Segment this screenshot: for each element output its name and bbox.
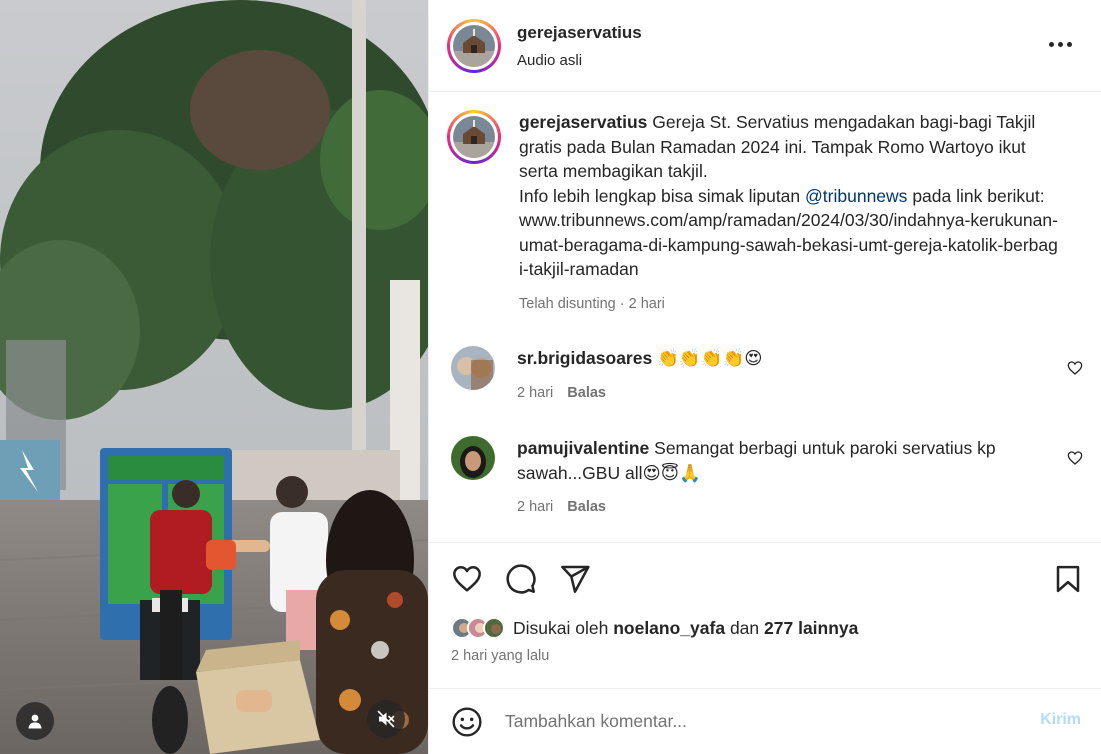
comment-time[interactable]: 2 hari	[517, 499, 553, 515]
mute-toggle-button[interactable]	[367, 700, 405, 738]
liker-username[interactable]: noelano_yafa	[613, 618, 725, 638]
comment-time[interactable]: 2 hari	[517, 385, 553, 401]
church-avatar-icon	[453, 116, 495, 158]
user-tag-icon	[28, 714, 42, 729]
caption-username[interactable]: gerejaservatius	[519, 112, 647, 132]
audio-label[interactable]: Audio asli	[517, 52, 642, 69]
caption-paragraph-2: Info lebih lengkap bisa simak liputan	[519, 185, 801, 206]
comment-text: 👏👏👏👏😍	[657, 348, 763, 368]
avatar-photo	[451, 346, 495, 390]
post-header: gerejaservatius Audio asli	[429, 0, 1101, 92]
comment-composer: Kirim	[429, 688, 1101, 754]
comment-icon[interactable]	[505, 563, 537, 595]
post-details-panel: gerejaservatius Audio asli gerejaservati…	[428, 0, 1101, 754]
liker-avatar[interactable]	[483, 617, 505, 639]
comment-input[interactable]	[505, 711, 985, 732]
emoji-icon[interactable]	[451, 706, 483, 738]
caption-author-avatar[interactable]	[447, 110, 501, 164]
reply-button[interactable]: Balas	[567, 385, 606, 401]
commenter-avatar[interactable]	[451, 436, 495, 480]
reply-button[interactable]: Balas	[567, 499, 606, 515]
post-timestamp[interactable]: 2 hari yang lalu	[429, 648, 1101, 688]
comments-list[interactable]: gerejaservatius Gereja St. Servatius men…	[429, 92, 1101, 542]
tagged-users-button[interactable]	[16, 702, 54, 740]
post-media[interactable]	[0, 0, 428, 754]
commenter-avatar[interactable]	[451, 346, 495, 390]
caption-block: gerejaservatius Gereja St. Servatius men…	[429, 92, 1101, 316]
author-avatar[interactable]	[447, 18, 501, 73]
more-icon	[1049, 41, 1054, 47]
mention-link[interactable]: @tribunnews	[805, 186, 907, 206]
speaker-muted-icon	[377, 710, 395, 728]
caption-url: www.tribunnews.com/amp/ramadan/2024/03/3…	[519, 210, 1058, 279]
others-likes-link[interactable]: 277 lainnya	[764, 618, 858, 638]
caption-meta: Telah disunting · 2 hari	[519, 295, 665, 312]
church-avatar-icon	[453, 24, 495, 67]
share-icon[interactable]	[559, 563, 591, 595]
avatar-photo	[485, 619, 503, 637]
comment-item: pamujivalentine Semangat berbagi untuk p…	[429, 436, 1101, 520]
post-photo	[0, 0, 428, 754]
caption-paragraph-3: pada link berikut:	[912, 185, 1045, 206]
likes-summary: Disukai oleh noelano_yafa dan 277 lainny…	[429, 614, 1101, 642]
post-comment-button[interactable]: Kirim	[1040, 711, 1081, 729]
likes-text: Disukai oleh noelano_yafa dan 277 lainny…	[513, 617, 859, 638]
avatar-photo	[451, 436, 495, 480]
caption-text: gerejaservatius Gereja St. Servatius men…	[519, 110, 1059, 184]
more-options-button[interactable]	[1049, 34, 1075, 54]
bookmark-icon[interactable]	[1053, 563, 1083, 595]
like-icon[interactable]	[451, 563, 483, 595]
comment-username[interactable]: sr.brigidasoares	[517, 348, 652, 368]
comment-username[interactable]: pamujivalentine	[517, 438, 649, 458]
comment-like-icon[interactable]	[1067, 450, 1083, 466]
author-username[interactable]: gerejaservatius	[517, 23, 642, 43]
comment-like-icon[interactable]	[1067, 360, 1083, 376]
action-bar	[429, 542, 1101, 614]
comment-item: sr.brigidasoares 👏👏👏👏😍 2 hari Balas	[429, 346, 1101, 436]
